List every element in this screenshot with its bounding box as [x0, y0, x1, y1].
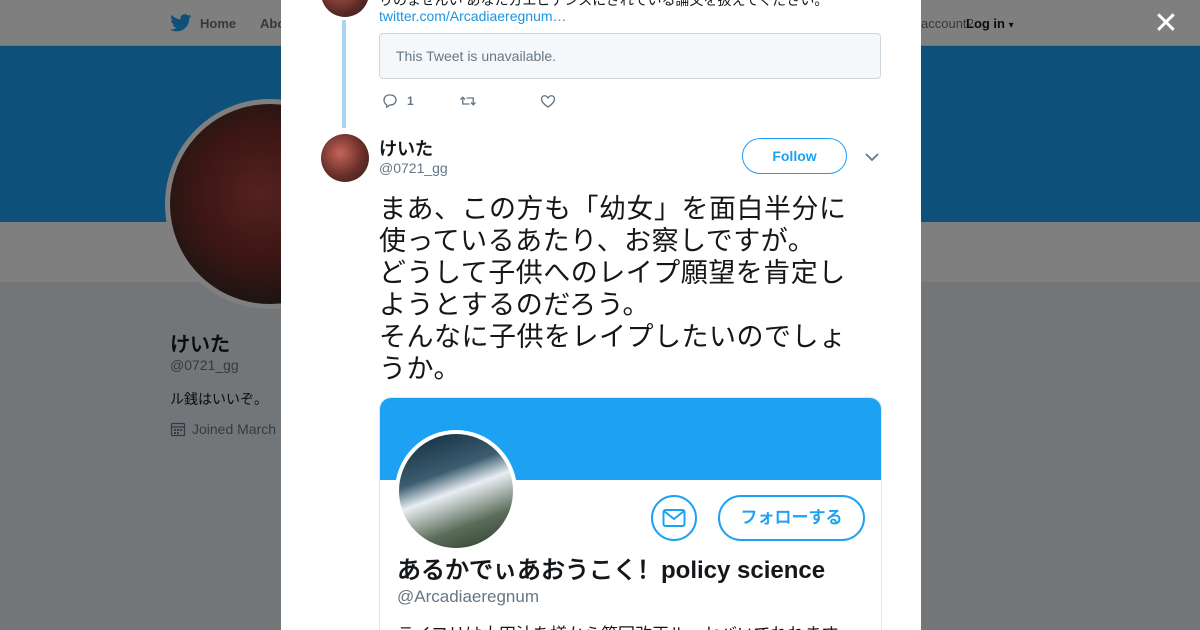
like-action[interactable]	[539, 92, 565, 110]
chevron-down-icon[interactable]	[863, 148, 881, 166]
close-icon[interactable]: ✕	[1150, 8, 1182, 40]
tweet-author-name[interactable]: けいた	[379, 135, 433, 161]
tweet-author-handle[interactable]: @0721_gg	[379, 160, 448, 176]
reply-action[interactable]: 1	[381, 92, 459, 110]
tweet-text: まあ、この方も「幼女」を面白半分に使っているあたり、お察しですが。 どうして子供…	[379, 194, 847, 385]
card-avatar	[395, 430, 517, 552]
tweet-modal: りのませんい あなたガエピテンスにされている論文を扱えてください。 twitte…	[281, 0, 921, 630]
card-message-button	[651, 495, 697, 541]
mail-icon	[662, 509, 686, 527]
heart-icon	[540, 95, 556, 108]
card-follow-button: フォローする	[718, 495, 865, 541]
reply-icon	[383, 94, 397, 109]
card-handle: @Arcadiaeregnum	[397, 587, 539, 606]
retweet-action[interactable]	[459, 92, 539, 110]
unavailable-tweet-box: This Tweet is unavailable.	[379, 33, 881, 79]
follow-button[interactable]: Follow	[742, 138, 847, 174]
previous-tweet-avatar[interactable]	[321, 0, 369, 17]
tweet-actions: 1	[381, 92, 565, 110]
retweet-icon	[460, 96, 476, 106]
card-name: あるかでぃあおうこく！policy science	[397, 557, 826, 584]
tweet-author-avatar[interactable]	[321, 134, 369, 182]
embedded-profile-card[interactable]: フォローする あるかでぃあおうこく！policy science @Arcadi…	[379, 397, 882, 630]
reply-count: 1	[407, 94, 414, 108]
previous-tweet-link[interactable]: twitter.com/Arcadiaeregnum…	[379, 8, 567, 24]
card-bio: ライフリは大田汁を様から第回改正ルーセバいでれれます	[397, 620, 867, 630]
thread-connector-line	[342, 20, 346, 128]
